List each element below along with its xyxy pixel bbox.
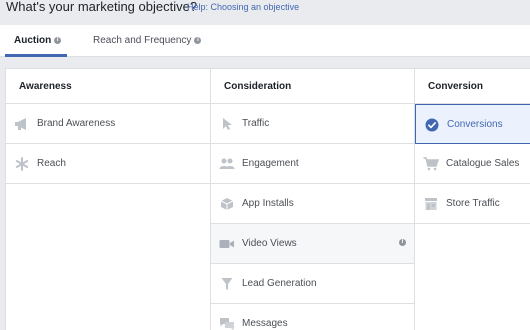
funnel-icon bbox=[219, 276, 235, 292]
info-icon[interactable]: i bbox=[194, 37, 202, 44]
asterisk-icon bbox=[14, 156, 30, 172]
chat-bubbles-icon bbox=[219, 316, 235, 330]
objective-app-installs[interactable]: App Installs bbox=[211, 184, 414, 224]
tab-reach-label: Reach and Frequency bbox=[93, 35, 192, 46]
objective-label: Lead Generation bbox=[242, 278, 317, 289]
consideration-column: Consideration Traffic Engagement App Ins… bbox=[211, 69, 415, 330]
objective-conversions[interactable]: Conversions bbox=[415, 104, 530, 144]
objective-label: Store Traffic bbox=[446, 198, 500, 209]
page-header: What's your marketing objective? Help: C… bbox=[0, 0, 530, 16]
objective-store-traffic[interactable]: Store Traffic bbox=[415, 184, 530, 224]
page-title: What's your marketing objective? bbox=[6, 0, 198, 14]
awareness-column: Awareness Brand Awareness Reach bbox=[6, 69, 211, 330]
objective-label: Conversions bbox=[447, 119, 503, 130]
info-icon[interactable]: i bbox=[54, 37, 62, 44]
objective-traffic[interactable]: Traffic bbox=[211, 104, 414, 144]
people-icon bbox=[219, 156, 235, 172]
tab-auction-label: Auction bbox=[14, 35, 52, 46]
objective-label: Messages bbox=[242, 318, 288, 329]
objective-label: Catalogue Sales bbox=[446, 158, 520, 169]
objective-reach[interactable]: Reach bbox=[6, 144, 210, 184]
help-link[interactable]: Help: Choosing an objective bbox=[187, 2, 299, 12]
objective-catalogue-sales[interactable]: Catalogue Sales bbox=[415, 144, 530, 184]
objective-label: Reach bbox=[37, 158, 66, 169]
objective-brand-awareness[interactable]: Brand Awareness bbox=[6, 104, 210, 144]
tab-auction[interactable]: Auction i bbox=[5, 25, 67, 57]
cart-icon bbox=[423, 156, 439, 172]
store-icon bbox=[423, 196, 439, 212]
conversion-column: Conversion Conversions Catalogue Sales S… bbox=[415, 69, 530, 330]
objective-label: Brand Awareness bbox=[37, 118, 116, 129]
awareness-header: Awareness bbox=[6, 69, 210, 104]
objective-label: Video Views bbox=[242, 238, 297, 249]
objective-grid: Awareness Brand Awareness Reach Consider… bbox=[5, 68, 530, 330]
cursor-icon bbox=[219, 116, 235, 132]
consideration-header: Consideration bbox=[211, 69, 414, 104]
box-icon bbox=[219, 196, 235, 212]
objective-label: Engagement bbox=[242, 158, 299, 169]
video-camera-icon bbox=[219, 236, 235, 252]
info-icon[interactable]: i bbox=[399, 239, 406, 246]
objective-video-views[interactable]: Video Views i bbox=[211, 224, 414, 264]
conversion-header: Conversion bbox=[415, 69, 530, 104]
check-circle-icon bbox=[424, 117, 440, 133]
objective-engagement[interactable]: Engagement bbox=[211, 144, 414, 184]
objective-messages[interactable]: Messages bbox=[211, 304, 414, 330]
objective-lead-generation[interactable]: Lead Generation bbox=[211, 264, 414, 304]
tab-bar: Auction i Reach and Frequency i bbox=[0, 25, 530, 57]
objective-label: App Installs bbox=[242, 198, 294, 209]
megaphone-icon bbox=[14, 116, 30, 132]
tab-reach-and-frequency[interactable]: Reach and Frequency i bbox=[84, 25, 202, 56]
objective-label: Traffic bbox=[242, 118, 270, 129]
